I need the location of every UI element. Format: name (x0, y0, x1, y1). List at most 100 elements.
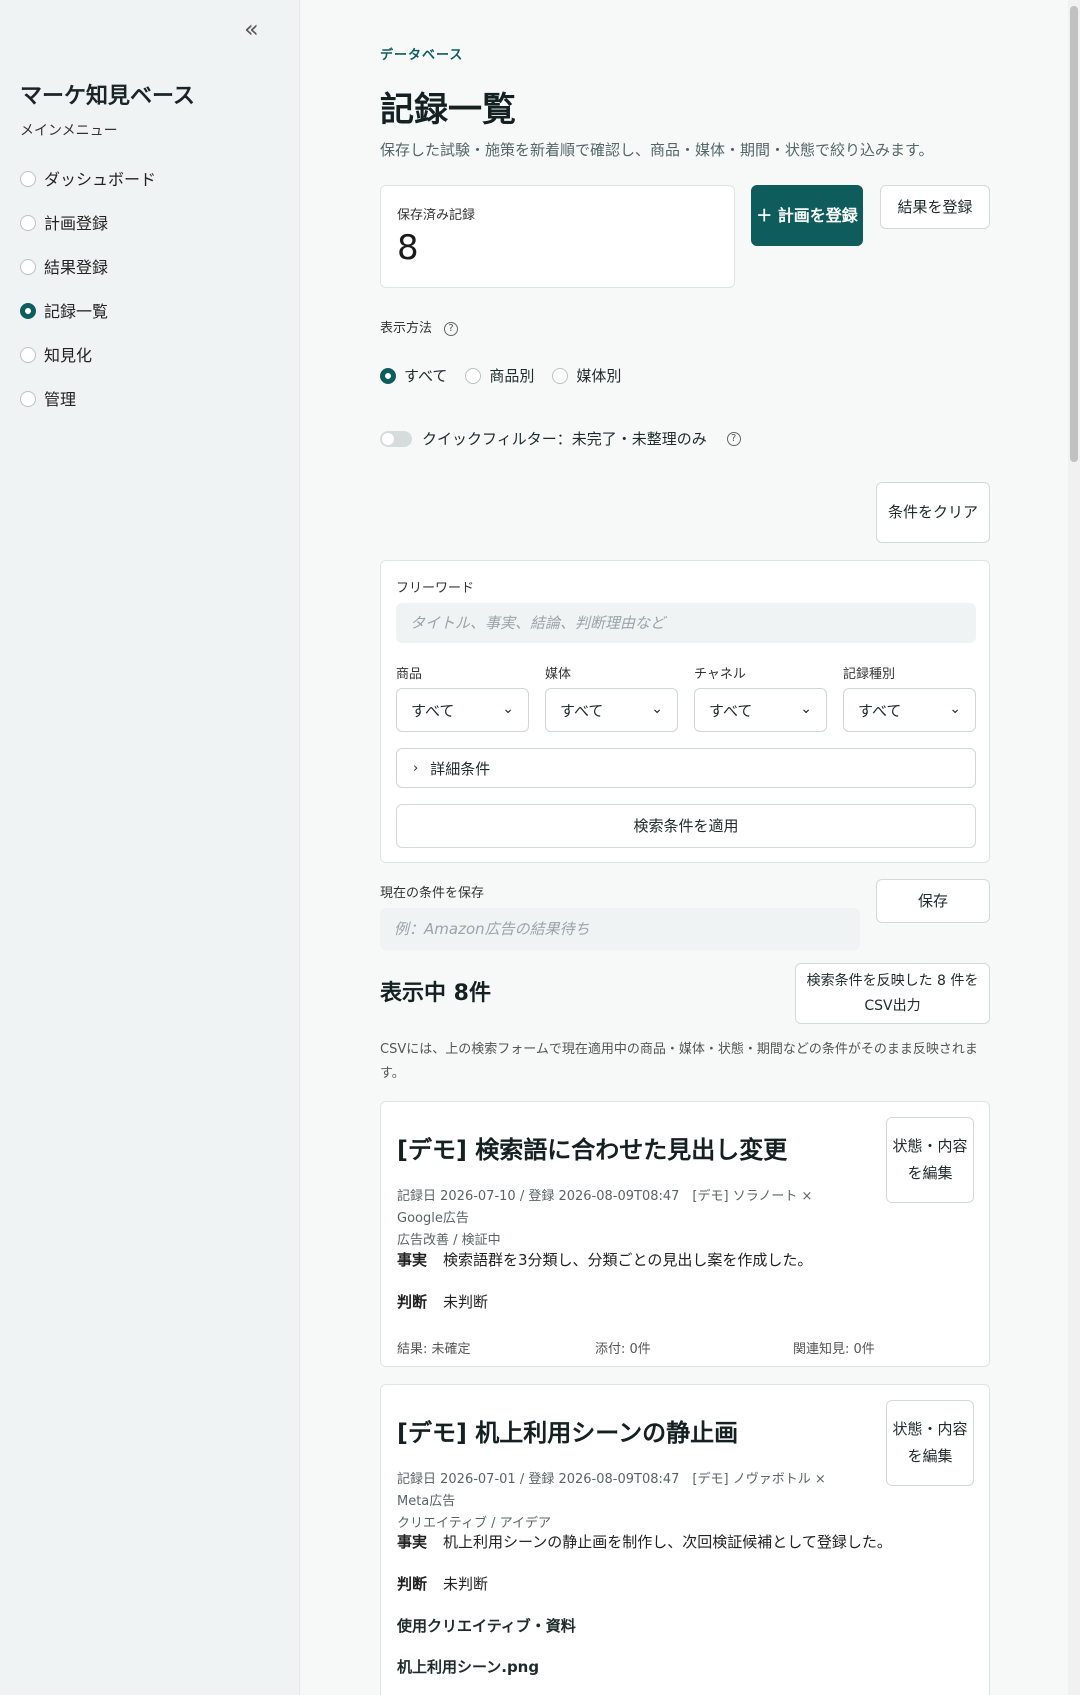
judgement-value: 未判断 (443, 1575, 489, 1593)
product-label: 商品 (396, 667, 423, 682)
results-heading: 表示中 8件 (380, 981, 491, 1006)
save-condition-input[interactable] (380, 908, 860, 950)
media-label: 媒体 (545, 667, 572, 682)
quick-filter-toggle[interactable] (380, 430, 412, 447)
main-menu: ダッシュボード 計画登録 結果登録 記録一覧 知見化 管理 (20, 156, 156, 420)
sidebar-item-label: 管理 (44, 390, 77, 409)
advanced-conditions-expander[interactable]: › 詳細条件 (396, 748, 976, 788)
radio-selected-icon (20, 302, 36, 319)
view-option-label: 媒体別 (576, 367, 622, 385)
sidebar-item-admin[interactable]: 管理 (20, 376, 156, 420)
record-meta: 記録日 2026-07-01 / 登録 2026-08-09T08:47 [デモ… (397, 1469, 857, 1535)
clear-conditions-button[interactable]: 条件をクリア (876, 482, 990, 543)
collapse-sidebar-icon[interactable]: « (244, 17, 268, 42)
radio-icon (465, 367, 482, 384)
view-option-media[interactable]: 媒体別 (552, 365, 621, 386)
advanced-conditions-label: 詳細条件 (430, 759, 491, 778)
apply-search-button[interactable]: 検索条件を適用 (396, 804, 976, 848)
edit-record-button[interactable]: 状態・内容を編集 (886, 1117, 974, 1203)
chevron-down-icon: ⌄ (800, 701, 812, 717)
sidebar-item-dashboard[interactable]: ダッシュボード (20, 156, 156, 200)
record-result: 結果: 未確定 (397, 1342, 471, 1357)
radio-icon (20, 390, 36, 407)
judgement-value: 未判断 (443, 1293, 489, 1311)
record-card: [デモ] 机上利用シーンの静止画 状態・内容を編集 記録日 2026-07-01… (380, 1384, 990, 1695)
stat-label: 保存済み記録 (397, 208, 476, 223)
radio-icon (20, 346, 36, 363)
view-mode-label: 表示方法? (380, 317, 459, 336)
breadcrumb: データベース (380, 48, 464, 63)
view-option-product[interactable]: 商品別 (465, 365, 534, 386)
page-description: 保存した試験・施策を新着順で確認し、商品・媒体・期間・状態で絞り込みます。 (380, 141, 934, 159)
chevron-down-icon: ⌄ (949, 701, 961, 717)
chevron-down-icon: ⌄ (502, 701, 514, 717)
sidebar-item-records[interactable]: 記録一覧 (20, 288, 156, 332)
edit-record-button[interactable]: 状態・内容を編集 (886, 1400, 974, 1486)
help-icon[interactable]: ? (726, 431, 741, 446)
sidebar-item-label: 計画登録 (44, 214, 109, 233)
view-option-all[interactable]: すべて (380, 365, 447, 386)
quick-filter-row: クイックフィルター：未完了・未整理のみ ? (380, 428, 741, 449)
freeword-input[interactable] (396, 603, 976, 643)
stat-value: 8 (397, 228, 419, 268)
radio-icon (552, 367, 569, 384)
record-title: [デモ] 検索語に合わせた見出し変更 (397, 1136, 788, 1164)
sidebar: « マーケ知見ベース メインメニュー ダッシュボード 計画登録 結果登録 記録一… (0, 0, 300, 1695)
fact-key: 事実 (397, 1533, 428, 1551)
sidebar-item-result[interactable]: 結果登録 (20, 244, 156, 288)
help-icon[interactable]: ? (444, 321, 459, 336)
scrollbar-thumb[interactable] (1070, 6, 1078, 462)
record-meta-line: 記録日 2026-07-01 / 登録 2026-08-09T08:47 [デモ… (397, 1472, 826, 1509)
sidebar-item-label: 結果登録 (44, 258, 109, 277)
page-scrollbar[interactable] (1068, 0, 1080, 1695)
record-title: [デモ] 机上利用シーンの静止画 (397, 1419, 739, 1447)
select-value: すべて (709, 701, 753, 720)
csv-note: CSVには、上の検索フォームで現在適用中の商品・媒体・状態・期間などの条件がその… (380, 1042, 978, 1081)
judgement-key: 判断 (397, 1293, 428, 1311)
app-title: マーケ知見ベース (20, 84, 195, 109)
chevron-down-icon: ⌄ (651, 701, 663, 717)
radio-icon (20, 258, 36, 275)
saved-records-stat: 保存済み記録 8 (380, 185, 735, 288)
sidebar-item-label: 知見化 (44, 346, 93, 365)
sidebar-item-insights[interactable]: 知見化 (20, 332, 156, 376)
channel-label: チャネル (694, 667, 746, 682)
menu-title: メインメニュー (20, 123, 118, 139)
creative-file-name: 机上利用シーン.png (397, 1658, 540, 1676)
sidebar-item-label: 記録一覧 (44, 302, 109, 321)
record-type-label: 記録種別 (843, 667, 896, 682)
fact-key: 事実 (397, 1251, 428, 1269)
select-value: すべて (411, 701, 455, 720)
fact-value: 検索語群を3分類し、分類ごとの見出し案を作成した。 (443, 1251, 813, 1269)
record-fact: 事実 机上利用シーンの静止画を制作し、次回検証候補として登録した。 (397, 1531, 892, 1552)
fact-value: 机上利用シーンの静止画を制作し、次回検証候補として登録した。 (443, 1533, 892, 1551)
record-judgement: 判断 未判断 (397, 1573, 488, 1594)
record-meta-line: 記録日 2026-07-10 / 登録 2026-08-09T08:47 [デモ… (397, 1189, 813, 1226)
product-select[interactable]: すべて ⌄ (396, 688, 529, 732)
record-fact: 事実 検索語群を3分類し、分類ごとの見出し案を作成した。 (397, 1249, 812, 1270)
save-condition-label: 現在の条件を保存 (380, 886, 485, 901)
select-value: すべて (858, 701, 902, 720)
add-plan-button[interactable]: ＋ 計画を登録 (751, 185, 863, 246)
chevron-right-icon: › (413, 760, 419, 776)
page-title: 記録一覧 (380, 90, 516, 130)
save-condition-button[interactable]: 保存 (876, 879, 990, 923)
view-option-label: すべて (404, 367, 448, 385)
sidebar-item-plan[interactable]: 計画登録 (20, 200, 156, 244)
media-select[interactable]: すべて ⌄ (545, 688, 678, 732)
record-related-insights: 関連知見: 0件 (793, 1342, 875, 1357)
record-attachments: 添付: 0件 (595, 1342, 651, 1357)
add-result-button[interactable]: 結果を登録 (880, 185, 990, 229)
sidebar-item-label: ダッシュボード (44, 170, 157, 189)
quick-filter-label: クイックフィルター：未完了・未整理のみ (422, 430, 707, 448)
record-type-select[interactable]: すべて ⌄ (843, 688, 976, 732)
view-mode-label-text: 表示方法 (380, 321, 433, 336)
record-judgement: 判断 未判断 (397, 1291, 488, 1312)
record-card: [デモ] 検索語に合わせた見出し変更 状態・内容を編集 記録日 2026-07-… (380, 1101, 990, 1367)
radio-icon (20, 170, 36, 187)
record-meta: 記録日 2026-07-10 / 登録 2026-08-09T08:47 [デモ… (397, 1186, 857, 1252)
channel-select[interactable]: すべて ⌄ (694, 688, 827, 732)
select-value: すべて (560, 701, 604, 720)
creative-heading: 使用クリエイティブ・資料 (397, 1617, 576, 1635)
csv-export-button[interactable]: 検索条件を反映した 8 件をCSV出力 (795, 963, 990, 1024)
